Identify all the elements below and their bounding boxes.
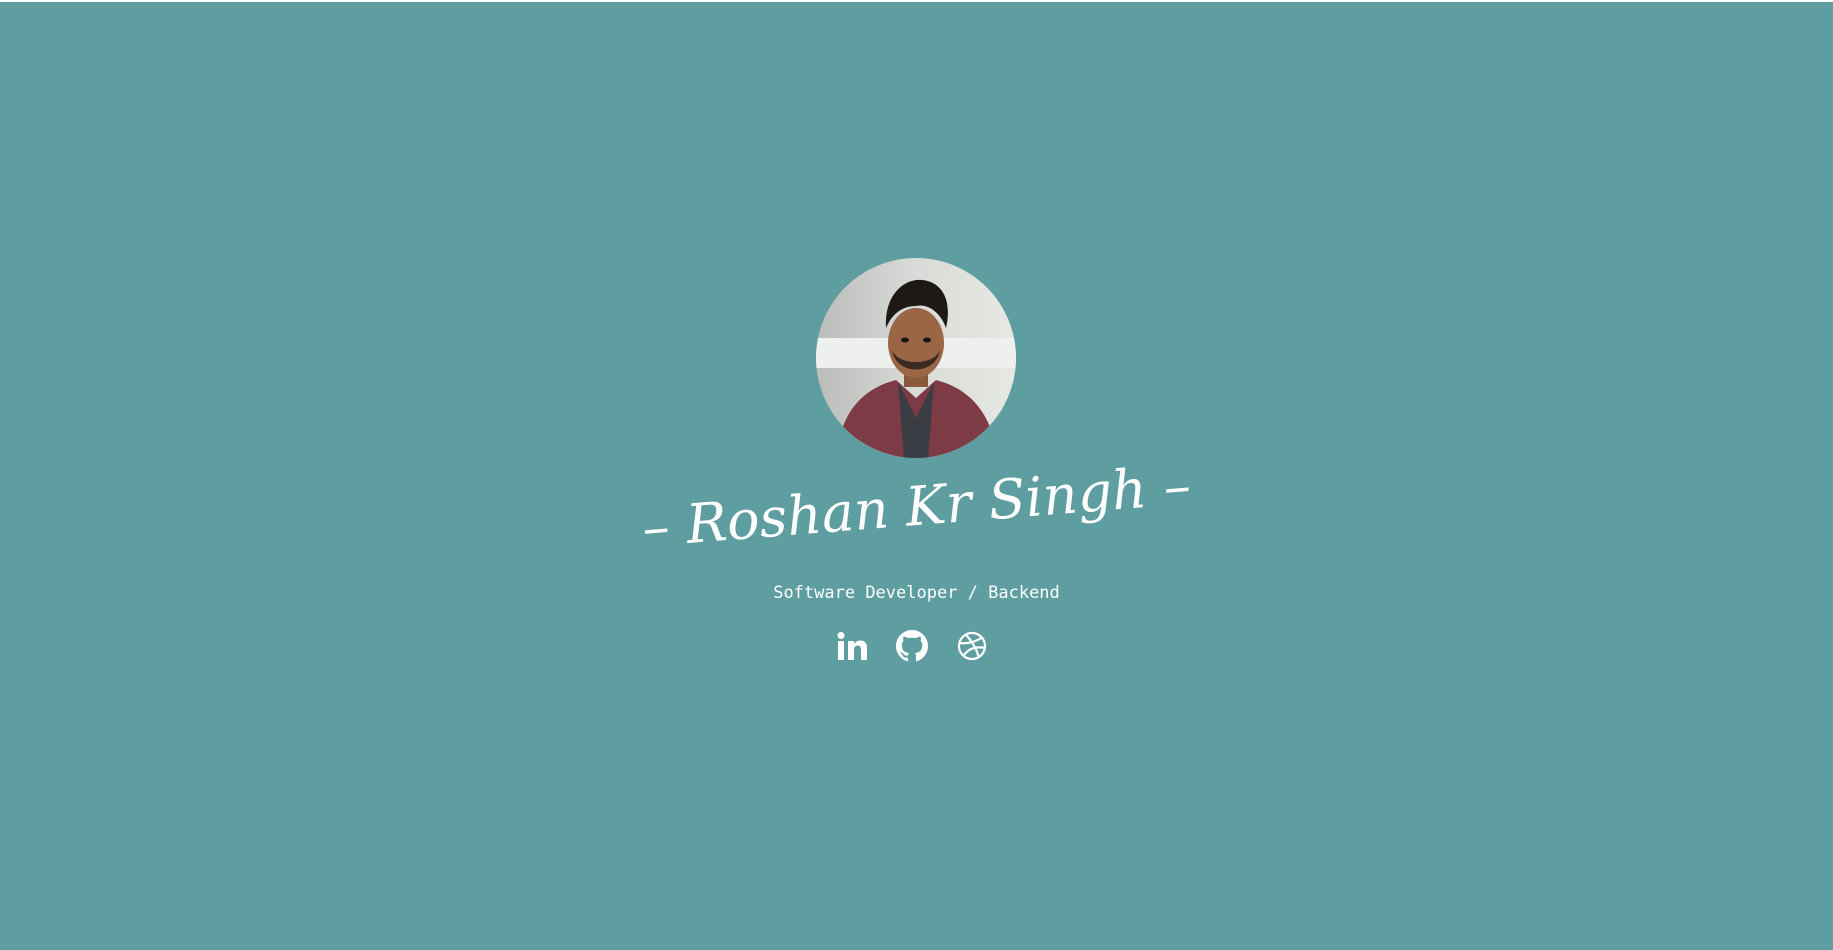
profile-title: Software Developer / Backend — [773, 583, 1060, 603]
github-icon — [896, 630, 928, 662]
profile-photo-icon — [816, 258, 1016, 458]
landing-page: – Roshan Kr Singh – Software Developer /… — [0, 2, 1833, 950]
dribbble-link[interactable] — [956, 630, 988, 662]
social-links — [836, 630, 988, 662]
profile-avatar — [816, 258, 1016, 458]
linkedin-icon — [837, 632, 867, 660]
linkedin-link[interactable] — [836, 630, 868, 662]
github-link[interactable] — [896, 630, 928, 662]
dribbble-icon — [957, 631, 987, 661]
